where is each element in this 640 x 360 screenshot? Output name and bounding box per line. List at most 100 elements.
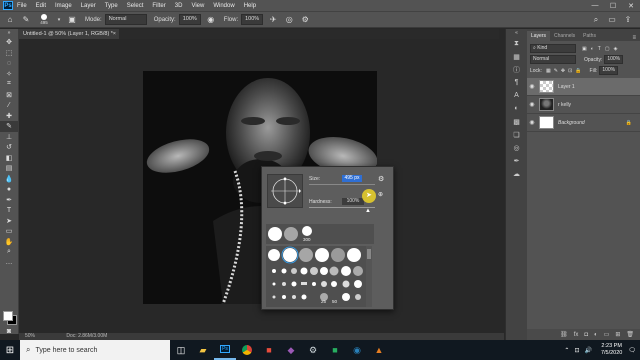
chevron-up-icon[interactable]: ⌃ <box>564 347 569 354</box>
network-icon[interactable]: ⊡ <box>574 347 579 354</box>
layer-row-layer-1[interactable]: ◉ Layer 1 <box>527 78 640 96</box>
app-icon-purple[interactable]: ◆ <box>280 340 302 360</box>
filter-pixel-icon[interactable]: ▣ <box>582 46 587 52</box>
menu-window[interactable]: Window <box>213 3 234 9</box>
mode-select[interactable]: Normal <box>104 14 147 25</box>
eraser-tool-icon[interactable]: ◧ <box>0 153 18 164</box>
task-view-icon[interactable]: ◫ <box>170 340 192 360</box>
quick-mask-icon[interactable]: ◙ <box>0 326 18 337</box>
history-brush-tool-icon[interactable]: ↺ <box>0 142 18 153</box>
quick-select-tool-icon[interactable]: ✧ <box>0 69 18 80</box>
libraries-icon[interactable]: ☁ <box>506 167 527 180</box>
menu-image[interactable]: Image <box>55 3 72 9</box>
scrollbar-thumb[interactable] <box>367 249 371 259</box>
menu-select[interactable]: Select <box>127 3 144 9</box>
lock-artboard-icon[interactable]: ⊡ <box>568 68 572 74</box>
app-icon-dark[interactable]: ⚙ <box>302 340 324 360</box>
panel-menu-icon[interactable]: ≡ <box>632 35 636 41</box>
chrome-icon[interactable] <box>236 340 258 360</box>
blur-tool-icon[interactable]: 💧 <box>0 174 18 185</box>
type-tool-icon[interactable]: T <box>0 205 18 216</box>
windows-start-icon[interactable]: ⊞ <box>0 340 20 360</box>
search-icon[interactable]: ⌕ <box>590 14 602 26</box>
flow-input[interactable]: 100% <box>241 14 264 25</box>
tab-paths[interactable]: Paths <box>579 31 600 41</box>
brush-settings-panel-icon[interactable]: ▣ <box>66 14 78 26</box>
character-icon[interactable]: A <box>506 89 527 102</box>
swatches-icon[interactable]: ▩ <box>506 115 527 128</box>
lock-paint-icon[interactable]: ✎ <box>554 68 558 74</box>
filter-smart-icon[interactable]: ◈ <box>614 46 618 52</box>
eye-icon[interactable]: ◉ <box>527 101 537 108</box>
gear-icon[interactable]: ⚙ <box>378 175 384 183</box>
dodge-tool-icon[interactable]: ● <box>0 184 18 195</box>
new-preset-icon[interactable]: ⊕ <box>378 191 383 198</box>
new-group-icon[interactable]: ▭ <box>604 331 610 338</box>
hand-tool-icon[interactable]: ✋ <box>0 237 18 248</box>
app-icon-blue[interactable]: ◉ <box>346 340 368 360</box>
size-input[interactable]: 495 px <box>342 175 362 182</box>
history-icon[interactable]: ⧗ <box>506 37 527 50</box>
brush-angle-preview[interactable] <box>267 174 303 208</box>
menu-edit[interactable]: Edit <box>36 3 46 9</box>
layer-style-icon[interactable]: fx <box>574 332 579 338</box>
close-button[interactable]: ✕ <box>622 2 640 10</box>
app-icon-orange[interactable]: ▲ <box>368 340 390 360</box>
add-mask-icon[interactable]: ◘ <box>584 332 588 338</box>
foreground-color-swatch[interactable] <box>3 311 13 321</box>
hardness-slider-handle[interactable]: ▲ <box>365 208 371 214</box>
adjustments-icon[interactable]: ◐ <box>506 102 527 115</box>
paragraph-icon[interactable]: ¶ <box>506 76 527 89</box>
pressure-size-icon[interactable]: ◎ <box>283 14 295 26</box>
layer-filter-select[interactable]: ⌕ Kind <box>530 44 576 53</box>
filter-shape-icon[interactable]: ▢ <box>605 46 610 52</box>
pen-tool-icon[interactable]: ✒ <box>0 195 18 206</box>
paths-icon[interactable]: ✒ <box>506 154 527 167</box>
channels-icon[interactable]: ◎ <box>506 141 527 154</box>
filter-adjustment-icon[interactable]: ◐ <box>591 46 594 52</box>
brush-settings-icon[interactable]: ▦ <box>506 50 527 63</box>
trash-icon[interactable]: 🗑 <box>626 331 634 338</box>
fill-input[interactable]: 100% <box>599 66 619 75</box>
lock-transparent-icon[interactable]: ▦ <box>546 68 551 74</box>
file-explorer-icon[interactable]: ▰ <box>192 340 214 360</box>
notifications-icon[interactable]: 🗨 <box>628 347 636 354</box>
taskbar-search[interactable]: ⌕ Type here to search <box>20 340 170 360</box>
panel-collapse-icon[interactable]: » <box>0 29 18 37</box>
chevron-down-icon[interactable]: ▾ <box>56 14 62 26</box>
frame-tool-icon[interactable]: ⊠ <box>0 90 18 101</box>
adjustment-layer-icon[interactable]: ◐ <box>594 332 598 338</box>
blend-mode-select[interactable]: Normal <box>530 55 576 64</box>
marquee-tool-icon[interactable]: ⬚ <box>0 48 18 59</box>
layer-opacity-input[interactable]: 100% <box>604 55 624 64</box>
zoom-level[interactable]: 50% <box>25 333 35 339</box>
opacity-input[interactable]: 100% <box>178 14 201 25</box>
menu-help[interactable]: Help <box>244 3 256 9</box>
link-layers-icon[interactable]: ⛓ <box>560 331 568 338</box>
zoom-tool-icon[interactable]: ⌕ <box>0 247 18 258</box>
menu-file[interactable]: File <box>17 3 27 9</box>
path-select-tool-icon[interactable]: ➤ <box>0 216 18 227</box>
volume-icon[interactable]: 🔊 <box>584 347 591 354</box>
brush-tool-icon[interactable]: ✎ <box>20 14 32 26</box>
doc-info[interactable]: Doc: 2.86M/3.00M <box>66 333 107 339</box>
menu-layer[interactable]: Layer <box>81 3 96 9</box>
menu-3d[interactable]: 3D <box>175 3 183 9</box>
menu-view[interactable]: View <box>191 3 204 9</box>
tab-channels[interactable]: Channels <box>550 31 579 41</box>
lock-all-icon[interactable]: 🔒 <box>575 68 581 74</box>
layer-name[interactable]: r kelly <box>558 102 571 108</box>
brush-preset-grid[interactable]: 25 50 <box>266 246 366 307</box>
lasso-tool-icon[interactable]: ◌ <box>0 58 18 69</box>
clock[interactable]: 2:23 PM 7/5/2020 <box>601 343 622 357</box>
workspace-icon[interactable]: ▭ <box>606 14 618 26</box>
layer-name[interactable]: Layer 1 <box>558 84 575 90</box>
move-tool-icon[interactable]: ✥ <box>0 37 18 48</box>
eye-icon[interactable]: ◉ <box>527 119 537 126</box>
app-icon-red[interactable]: ■ <box>258 340 280 360</box>
photoshop-taskbar-icon[interactable]: Ps <box>214 340 236 360</box>
crop-tool-icon[interactable]: ⌗ <box>0 79 18 90</box>
info-icon[interactable]: ⓘ <box>506 63 527 76</box>
menu-filter[interactable]: Filter <box>152 3 165 9</box>
size-slider[interactable] <box>309 184 375 185</box>
